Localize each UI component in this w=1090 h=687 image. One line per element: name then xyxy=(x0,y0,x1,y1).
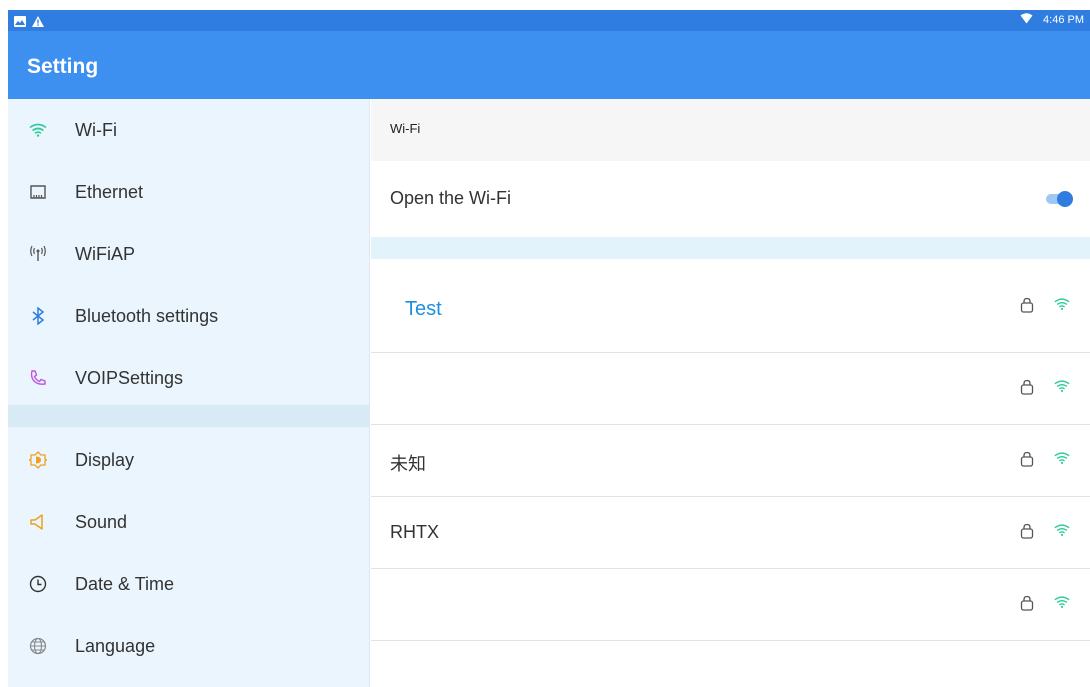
sidebar-item-label: Display xyxy=(75,449,135,470)
sidebar-item-language[interactable]: Language xyxy=(8,615,370,677)
network-row[interactable]: 未知 xyxy=(371,425,1090,497)
wifi-toggle-row[interactable]: Open the Wi-Fi xyxy=(371,161,1090,237)
wifi-strength-icon xyxy=(1054,523,1072,539)
sidebar-item-label: Wi-Fi xyxy=(75,119,117,140)
wifi-toggle-label: Open the Wi-Fi xyxy=(390,188,512,208)
sidebar-item-sound[interactable]: Sound xyxy=(8,491,370,553)
wifi-strength-icon xyxy=(1054,595,1072,611)
app-bar: Setting xyxy=(8,31,1090,99)
ethernet-icon xyxy=(28,182,48,202)
sidebar: Wi-Fi Ethernet WiFiAP Bluetooth settings… xyxy=(8,99,370,687)
lock-icon xyxy=(1019,523,1035,539)
wifi-icon xyxy=(28,120,48,140)
sidebar-item-label: Sound xyxy=(75,511,128,532)
sidebar-item-label: Ethernet xyxy=(75,181,144,202)
image-icon xyxy=(14,14,26,32)
status-bar: 4:46 PM xyxy=(8,10,1090,31)
sidebar-item-bluetooth[interactable]: Bluetooth settings xyxy=(8,285,370,347)
sidebar-item-label: Bluetooth settings xyxy=(75,305,219,326)
network-row[interactable] xyxy=(371,569,1090,641)
sidebar-item-ethernet[interactable]: Ethernet xyxy=(8,161,370,223)
list-divider xyxy=(371,237,1090,259)
network-ssid: Test xyxy=(405,298,442,320)
lock-icon xyxy=(1019,451,1035,467)
network-ssid: RHTX xyxy=(390,522,439,542)
wifi-signal-icon xyxy=(1020,13,1033,27)
sidebar-item-display[interactable]: Display xyxy=(8,429,370,491)
sidebar-item-voip[interactable]: VOIPSettings xyxy=(8,347,370,409)
wifi-strength-icon xyxy=(1054,379,1072,395)
network-row[interactable]: Test xyxy=(371,259,1090,353)
app-title: Setting xyxy=(27,55,99,78)
sound-icon xyxy=(28,512,48,532)
clock-icon xyxy=(28,574,48,594)
status-time: 4:46 PM xyxy=(1043,14,1084,26)
network-row[interactable] xyxy=(371,353,1090,425)
lock-icon xyxy=(1019,595,1035,611)
sidebar-item-label: WiFiAP xyxy=(75,243,135,264)
globe-icon xyxy=(28,636,48,656)
warning-icon xyxy=(32,14,44,32)
wifi-toggle-switch[interactable] xyxy=(1046,191,1073,207)
sidebar-item-label: Date & Time xyxy=(75,573,175,594)
sidebar-item-label: VOIPSettings xyxy=(75,367,184,388)
sidebar-item-label: Language xyxy=(75,635,156,656)
network-row[interactable]: RHTX xyxy=(371,497,1090,569)
network-ssid: 未知 xyxy=(390,454,426,474)
lock-icon xyxy=(1019,379,1035,395)
sidebar-divider xyxy=(8,405,370,427)
network-row[interactable]: KK-Internet xyxy=(371,641,1090,687)
section-header: Wi-Fi xyxy=(371,99,1090,161)
sidebar-item-wifiap[interactable]: WiFiAP xyxy=(8,223,370,285)
wifi-strength-icon xyxy=(1054,451,1072,467)
hotspot-icon xyxy=(28,244,48,264)
section-title: Wi-Fi xyxy=(390,121,421,136)
lock-icon xyxy=(1019,297,1035,313)
bluetooth-icon xyxy=(28,306,48,326)
sidebar-item-wifi[interactable]: Wi-Fi xyxy=(8,99,370,161)
wifi-panel: Wi-Fi Open the Wi-Fi Test 未知 RHTX KK-Intern… xyxy=(371,99,1090,687)
wifi-strength-icon xyxy=(1054,297,1072,313)
sidebar-item-date-time[interactable]: Date & Time xyxy=(8,553,370,615)
phone-icon xyxy=(28,368,48,388)
display-icon xyxy=(28,450,48,470)
toggle-knob xyxy=(1057,191,1073,207)
